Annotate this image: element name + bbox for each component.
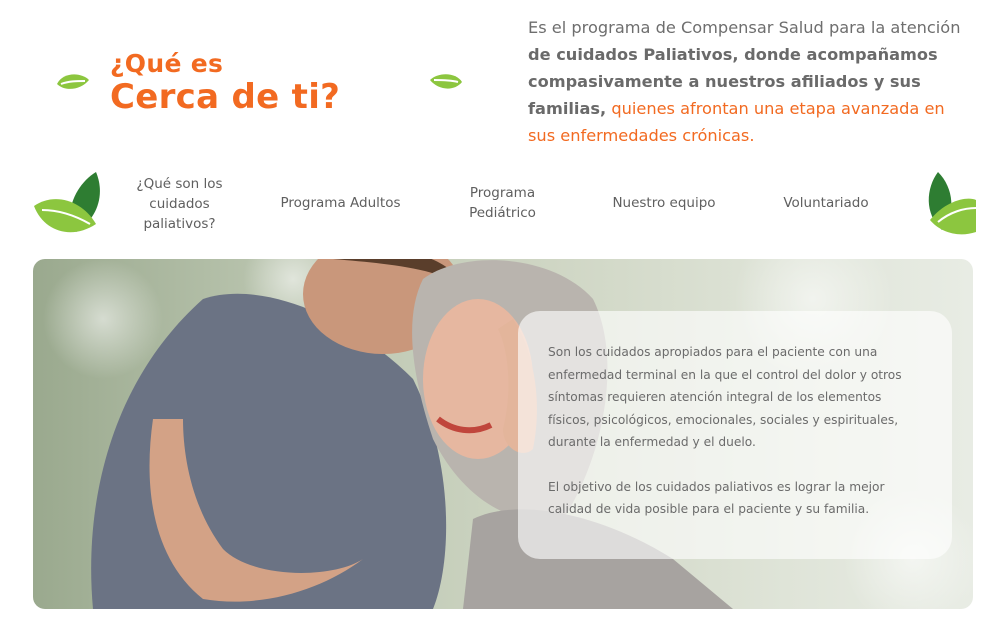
- info-card-text: Son los cuidados apropiados para el paci…: [548, 341, 908, 543]
- info-paragraph-definition: Son los cuidados apropiados para el paci…: [548, 345, 902, 449]
- intro-text: Es el programa de Compensar Salud para l…: [528, 14, 968, 149]
- leaf-cluster-icon: [34, 172, 100, 233]
- nav-item-programa-pediatrico[interactable]: Programa Pediátrico: [445, 183, 560, 223]
- info-card: Son los cuidados apropiados para el paci…: [518, 311, 952, 559]
- section-nav: ¿Qué son los cuidados paliativos? Progra…: [0, 170, 991, 240]
- leaf-icon: [430, 74, 462, 89]
- page-title-line1: ¿Qué es: [110, 49, 224, 78]
- nav-item-nuestro-equipo[interactable]: Nuestro equipo: [600, 193, 728, 213]
- info-paragraph-objective: El objetivo de los cuidados paliativos e…: [548, 479, 885, 517]
- nav-item-cuidados-paliativos[interactable]: ¿Qué son los cuidados paliativos?: [122, 174, 237, 234]
- nav-item-programa-adultos[interactable]: Programa Adultos: [268, 193, 413, 213]
- page-title: ¿Qué es Cerca de ti?: [110, 49, 341, 117]
- nav-item-voluntariado[interactable]: Voluntariado: [770, 193, 882, 213]
- intro-part1: Es el programa de Compensar Salud para l…: [528, 18, 961, 37]
- hero-image: Son los cuidados apropiados para el paci…: [33, 259, 973, 609]
- page-title-line2: Cerca de ti?: [110, 77, 341, 117]
- leaf-icon: [57, 74, 89, 89]
- leaf-cluster-icon: [928, 172, 976, 235]
